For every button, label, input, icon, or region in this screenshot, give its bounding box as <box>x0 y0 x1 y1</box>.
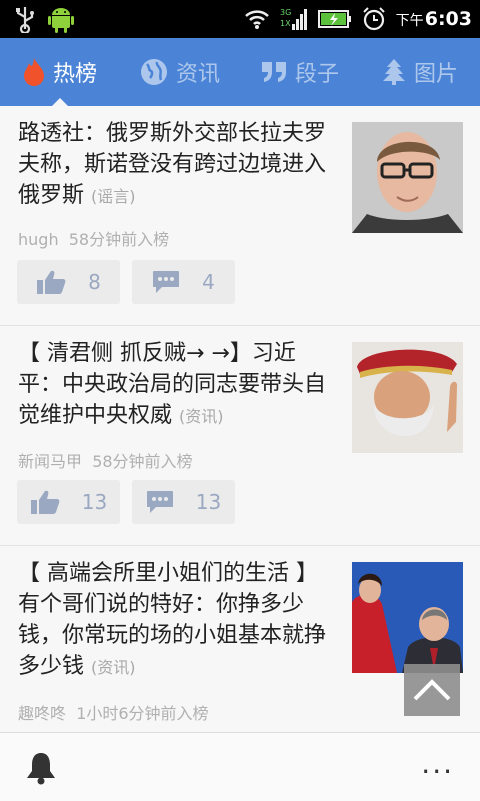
item-meta: hugh 58分钟前入榜 <box>18 226 169 250</box>
comment-count: 4 <box>202 270 215 294</box>
item-source: hugh <box>18 230 59 249</box>
alarm-icon <box>362 7 385 31</box>
scroll-to-top-button[interactable] <box>404 664 460 716</box>
clock-time: 6:03 <box>424 8 472 30</box>
item-thumbnail[interactable] <box>352 342 463 453</box>
item-time: 58分钟前入榜 <box>68 230 170 249</box>
comment-count: 13 <box>195 490 222 514</box>
item-tag: (资讯) <box>91 658 136 677</box>
ampm-label: 下午 <box>395 13 424 29</box>
item-tag: (资讯) <box>179 407 224 426</box>
item-tag: (谣言) <box>91 187 136 206</box>
hot-list-feed[interactable]: 路透社：俄罗斯外交部长拉夫罗夫称，斯诺登没有跨过边境进入俄罗斯 (谣言) hug… <box>0 106 480 732</box>
more-menu-button[interactable]: ··· <box>421 755 454 788</box>
item-source: 趣咚咚 <box>18 704 67 723</box>
svg-text:3G: 3G <box>280 8 291 17</box>
tab-label: 资讯 <box>175 62 220 87</box>
item-thumbnail[interactable] <box>352 562 463 673</box>
like-button[interactable]: 13 <box>17 480 120 524</box>
item-meta: 趣咚咚 1小时6分钟前入榜 <box>18 700 209 724</box>
list-item[interactable]: 【 清君侧 抓反贼→ →】习近平：中央政治局的同志要带头自觉维护中央权威 (资讯… <box>0 326 480 546</box>
like-button[interactable]: 8 <box>17 260 120 304</box>
active-tab-indicator <box>52 98 68 106</box>
item-title[interactable]: 【 高端会所里小姐们的生活 】有个哥们说的特好：你挣多少钱，你常玩的场的小姐基本… <box>18 558 336 683</box>
tab-label: 段子 <box>294 62 339 87</box>
item-time: 58分钟前入榜 <box>92 452 193 471</box>
thumbs-up-icon <box>37 270 66 294</box>
thumbs-up-icon <box>30 490 60 514</box>
like-count: 8 <box>88 270 101 294</box>
bell-icon <box>27 753 55 785</box>
globe-icon <box>140 59 167 85</box>
comment-button[interactable]: 13 <box>132 480 235 524</box>
comment-icon <box>146 491 173 513</box>
tab-pictures[interactable]: 图片 <box>360 38 480 106</box>
like-count: 13 <box>81 490 108 514</box>
tab-jokes[interactable]: 段子 <box>240 38 360 106</box>
battery-icon <box>317 10 351 28</box>
tab-news[interactable]: 资讯 <box>120 38 240 106</box>
signal-icon: 3G 1X <box>280 8 307 30</box>
item-meta: 新闻马甲 58分钟前入榜 <box>18 448 193 472</box>
comment-icon <box>153 271 180 293</box>
chevron-up-icon <box>413 679 451 701</box>
bottom-bar: ··· <box>0 732 480 801</box>
tab-bar: 热榜 资讯 段子 图片 <box>0 38 480 106</box>
usb-icon <box>16 7 34 33</box>
tab-label: 图片 <box>413 62 458 87</box>
svg-text:1X: 1X <box>280 19 291 28</box>
tab-hot[interactable]: 热榜 <box>0 38 120 106</box>
comment-button[interactable]: 4 <box>132 260 235 304</box>
notification-button[interactable] <box>24 751 58 789</box>
quote-icon <box>261 62 286 82</box>
item-time: 1小时6分钟前入榜 <box>76 704 209 723</box>
tab-label: 热榜 <box>52 62 97 87</box>
item-source: 新闻马甲 <box>18 452 83 471</box>
item-title[interactable]: 路透社：俄罗斯外交部长拉夫罗夫称，斯诺登没有跨过边境进入俄罗斯 (谣言) <box>18 118 336 212</box>
status-bar: 3G 1X 下午 6:03 <box>0 0 480 38</box>
android-icon <box>48 8 74 33</box>
wifi-icon <box>244 10 269 29</box>
item-title[interactable]: 【 清君侧 抓反贼→ →】习近平：中央政治局的同志要带头自觉维护中央权威 (资讯… <box>18 338 336 432</box>
item-thumbnail[interactable] <box>352 122 463 233</box>
list-item[interactable]: 路透社：俄罗斯外交部长拉夫罗夫称，斯诺登没有跨过边境进入俄罗斯 (谣言) hug… <box>0 106 480 326</box>
tree-icon <box>382 59 405 85</box>
flame-icon <box>23 58 44 86</box>
